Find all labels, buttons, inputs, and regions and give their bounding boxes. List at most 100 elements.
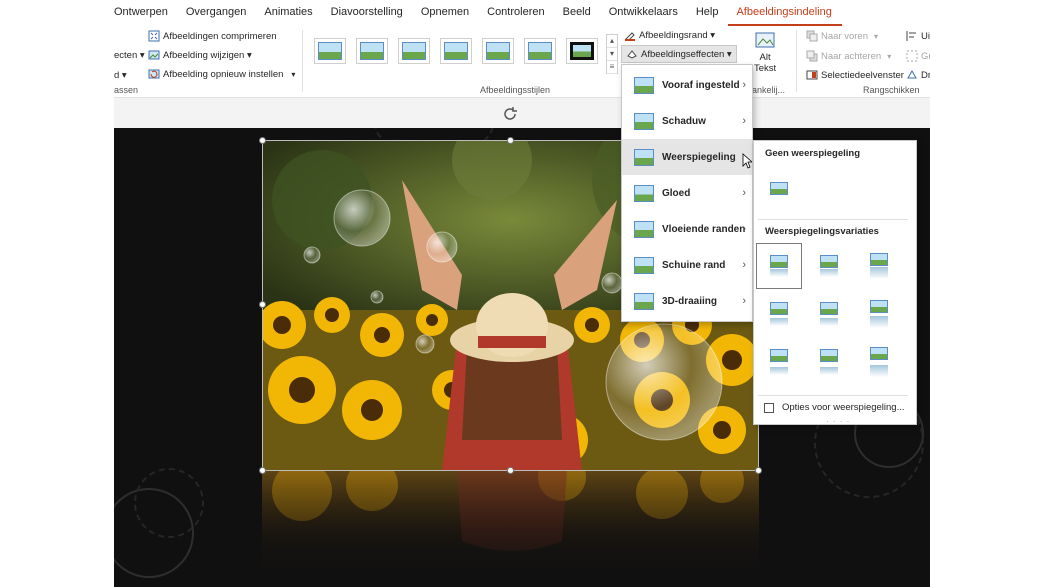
reflection-variation-9[interactable] (856, 339, 902, 385)
chevron-right-icon: › (742, 223, 746, 235)
separator (302, 30, 303, 92)
reflection-variation-8[interactable] (806, 339, 852, 385)
reflection-variation-3[interactable] (856, 243, 902, 289)
menu-item-vooraf-ingesteld[interactable]: Vooraf ingesteld › (622, 67, 752, 103)
bring-forward-button[interactable]: Naar voren ▾ (806, 30, 878, 42)
reflection-variation-6[interactable] (856, 291, 902, 337)
menu-item-label: Schaduw (662, 115, 706, 127)
tab-diavoorstelling[interactable]: Diavoorstelling (323, 0, 413, 26)
picture-icon (634, 292, 654, 310)
bring-forward-icon (806, 30, 818, 42)
alt-text-button[interactable]: Alt Tekst (754, 30, 776, 74)
bring-forward-label: Naar voren (821, 30, 868, 42)
tab-controleren[interactable]: Controleren (479, 0, 554, 26)
reset-picture-button[interactable]: Afbeelding opnieuw instellen ▾ (148, 68, 295, 80)
tab-animaties[interactable]: Animaties (256, 0, 322, 26)
gallery-more-icon[interactable]: ≡ (607, 61, 617, 74)
change-picture-button[interactable]: Afbeelding wijzigen ▾ (148, 49, 252, 61)
rotate-button[interactable]: Dr (906, 69, 930, 81)
gallery-up-icon[interactable]: ▴ (607, 35, 617, 48)
resize-handle-nw[interactable] (259, 137, 266, 144)
resize-handle-se[interactable] (755, 467, 762, 474)
align-button[interactable]: Ui (906, 30, 930, 42)
picture-icon (770, 302, 788, 315)
reflection-variation-7[interactable] (756, 339, 802, 385)
resize-grip-icon[interactable]: · · · · (826, 417, 850, 426)
tab-opnemen[interactable]: Opnemen (413, 0, 479, 26)
bubble (415, 334, 435, 354)
menu-item-label: 3D-draaiing (662, 295, 718, 307)
reflection-options-link[interactable]: Opties voor weerspiegeling... (764, 402, 905, 413)
picture-border-label: Afbeeldingsrand ▾ (639, 29, 716, 41)
pen-icon (625, 32, 635, 41)
picture-style-2[interactable] (356, 38, 388, 64)
reflection-variation-5[interactable] (806, 291, 852, 337)
menu-item-schuine-rand[interactable]: Schuine rand › (622, 247, 752, 283)
group-label: Gr (921, 50, 930, 62)
menu-item-label: Vooraf ingesteld (662, 79, 740, 91)
picture-effects-label: Afbeeldingseffecten ▾ (641, 48, 732, 60)
reflection-preview (770, 318, 788, 326)
picture-style-4[interactable] (440, 38, 472, 64)
picture-icon (634, 220, 654, 238)
tab-beeld[interactable]: Beeld (555, 0, 601, 26)
picture-style-6[interactable] (524, 38, 556, 64)
resize-handle-n[interactable] (507, 137, 514, 144)
compress-icon (148, 30, 160, 42)
gallery-down-icon[interactable]: ▾ (607, 48, 617, 61)
menu-item-vloeiende-randen[interactable]: Vloeiende randen › (622, 211, 752, 247)
tab-help[interactable]: Help (688, 0, 729, 26)
reflection-variation-1[interactable] (756, 243, 802, 289)
tab-overgangen[interactable]: Overgangen (178, 0, 257, 26)
reset-picture-label: Afbeelding opnieuw instellen (163, 68, 284, 80)
no-reflection-option[interactable] (756, 165, 802, 211)
chevron-right-icon: › (742, 115, 746, 127)
picture-border-button[interactable]: Afbeeldingsrand ▾ (624, 29, 715, 41)
rotate-label: Dr (921, 69, 930, 81)
artistic-effects-button[interactable]: ecten ▾ (114, 50, 145, 61)
selection-pane-button[interactable]: Selectiedeelvenster (806, 69, 904, 81)
picture-style-5[interactable] (482, 38, 514, 64)
gallery-scroll[interactable]: ▴ ▾ ≡ (606, 34, 618, 74)
chevron-right-icon: › (742, 295, 746, 307)
picture-style-preview (486, 42, 510, 60)
picture-icon (820, 349, 838, 362)
bubble (426, 231, 458, 263)
ribbon: ecten ▾ d ▾ Afbeeldingen comprimeren Afb… (114, 26, 930, 98)
resize-handle-sw[interactable] (259, 467, 266, 474)
compress-pictures-button[interactable]: Afbeeldingen comprimeren (148, 30, 277, 42)
picture-icon (634, 256, 654, 274)
align-label: Ui (921, 30, 930, 42)
bubble (303, 246, 321, 264)
menu-item-weerspiegeling[interactable]: Weerspiegeling › (622, 139, 752, 175)
picture-icon (870, 253, 888, 266)
adjust-group-label: assen (114, 85, 139, 95)
styles-group-label: Afbeeldingsstijlen (480, 85, 551, 95)
picture-style-1[interactable] (314, 38, 346, 64)
chevron-right-icon: › (742, 259, 746, 271)
picture-icon (770, 181, 788, 195)
menu-item-gloed[interactable]: Gloed › (622, 175, 752, 211)
picture-style-3[interactable] (398, 38, 430, 64)
resize-handle-w[interactable] (259, 301, 266, 308)
send-backward-button[interactable]: Naar achteren ▾ (806, 50, 891, 62)
transparency-button[interactable]: d ▾ (114, 70, 127, 81)
tab-afbeeldingsindeling[interactable]: Afbeeldingsindeling (728, 0, 842, 26)
picture-style-7[interactable] (566, 38, 598, 64)
bubble (333, 189, 391, 247)
reflection-variation-4[interactable] (756, 291, 802, 337)
picture-effects-button[interactable]: Afbeeldingseffecten ▾ (621, 45, 737, 63)
group-button[interactable]: Gr (906, 50, 930, 62)
menu-item-schaduw[interactable]: Schaduw › (622, 103, 752, 139)
mouse-cursor-icon (742, 153, 752, 169)
selection-pane-label: Selectiedeelvenster (821, 69, 904, 81)
rotate-handle-icon[interactable] (501, 105, 519, 123)
reflection-variation-2[interactable] (806, 243, 852, 289)
tab-ontwikkelaars[interactable]: Ontwikkelaars (601, 0, 688, 26)
tab-ontwerpen[interactable]: Ontwerpen (114, 0, 178, 26)
menu-item-3d-draaiing[interactable]: 3D-draaiing › (622, 283, 752, 319)
resize-handle-s[interactable] (507, 467, 514, 474)
bubble (605, 323, 723, 441)
arrange-group-label: Rangschikken (863, 85, 920, 95)
menu-item-label: Vloeiende randen (662, 223, 746, 235)
